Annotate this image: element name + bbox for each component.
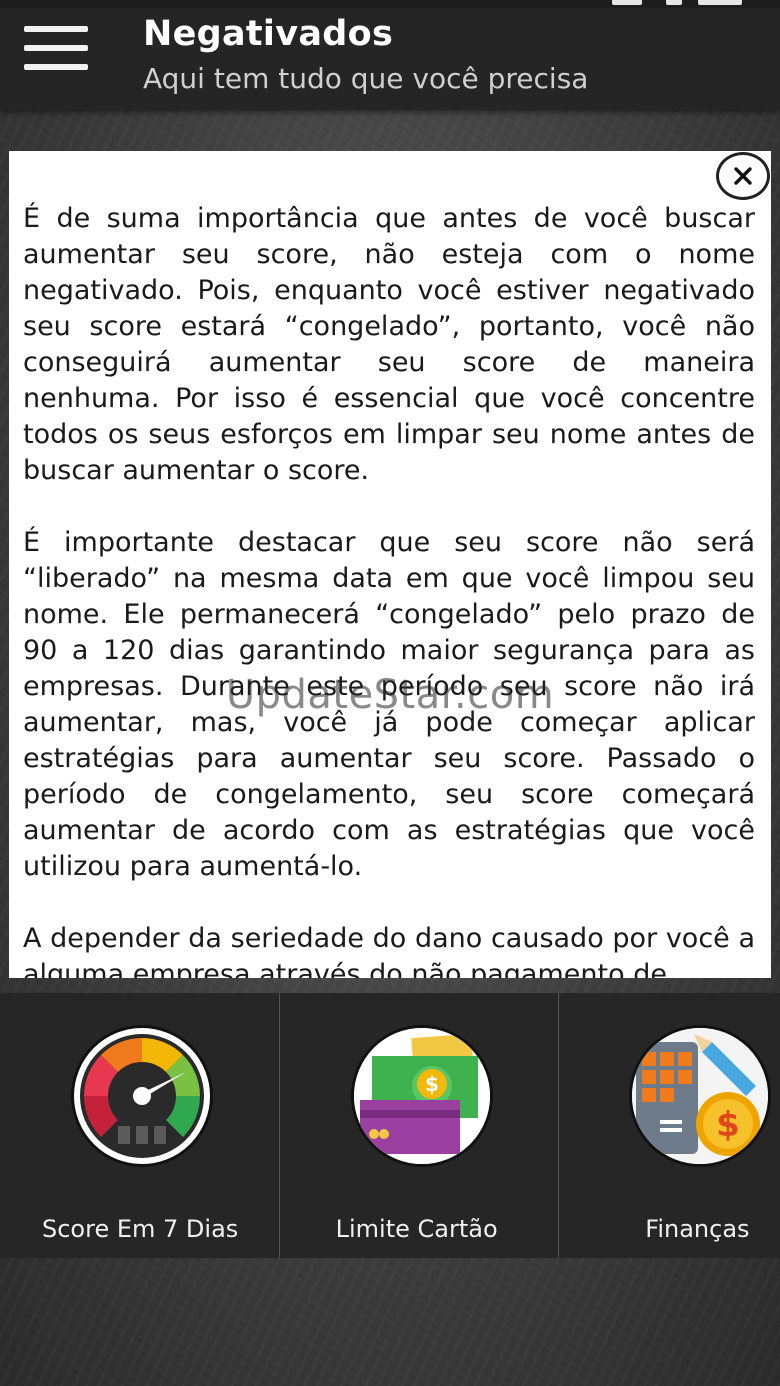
menu-tile-label: Score Em 7 Dias	[42, 1215, 239, 1243]
page-subtitle: Aqui tem tudo que você precisa	[143, 62, 589, 95]
status-bar	[0, 0, 780, 8]
menu-tile-label: Finanças	[645, 1215, 750, 1243]
menu-tile-limite-cartao[interactable]: $ Limite Cartão	[280, 993, 560, 1258]
close-button[interactable]	[716, 152, 770, 200]
svg-text:$: $	[425, 1072, 439, 1096]
svg-text:$: $	[716, 1105, 740, 1145]
dialog-paragraph: É de suma importância que antes de você …	[23, 203, 755, 486]
speedometer-icon	[71, 1025, 213, 1167]
menu-tile-financas[interactable]: $ Finanças	[559, 993, 780, 1258]
calculator-coin-icon: $	[629, 1025, 772, 1167]
dialog-paragraph: É importante destacar que seu score não …	[23, 527, 755, 882]
menu-tile-score[interactable]: Score Em 7 Dias	[0, 993, 280, 1258]
menu-tile-label: Limite Cartão	[335, 1215, 498, 1243]
dialog-paragraph: A depender da seriedade do dano causado …	[23, 923, 755, 978]
hamburger-menu-icon[interactable]	[24, 26, 88, 70]
bottom-menu: Score Em 7 Dias $ Limite Cartão $ Finanç…	[0, 993, 780, 1258]
money-card-icon: $	[350, 1025, 493, 1167]
app-bar: Negativados Aqui tem tudo que você preci…	[0, 0, 780, 110]
info-dialog: É de suma importância que antes de você …	[9, 151, 771, 978]
page-title: Negativados	[143, 14, 394, 54]
dialog-text: É de suma importância que antes de você …	[23, 201, 755, 978]
close-icon	[734, 167, 752, 185]
